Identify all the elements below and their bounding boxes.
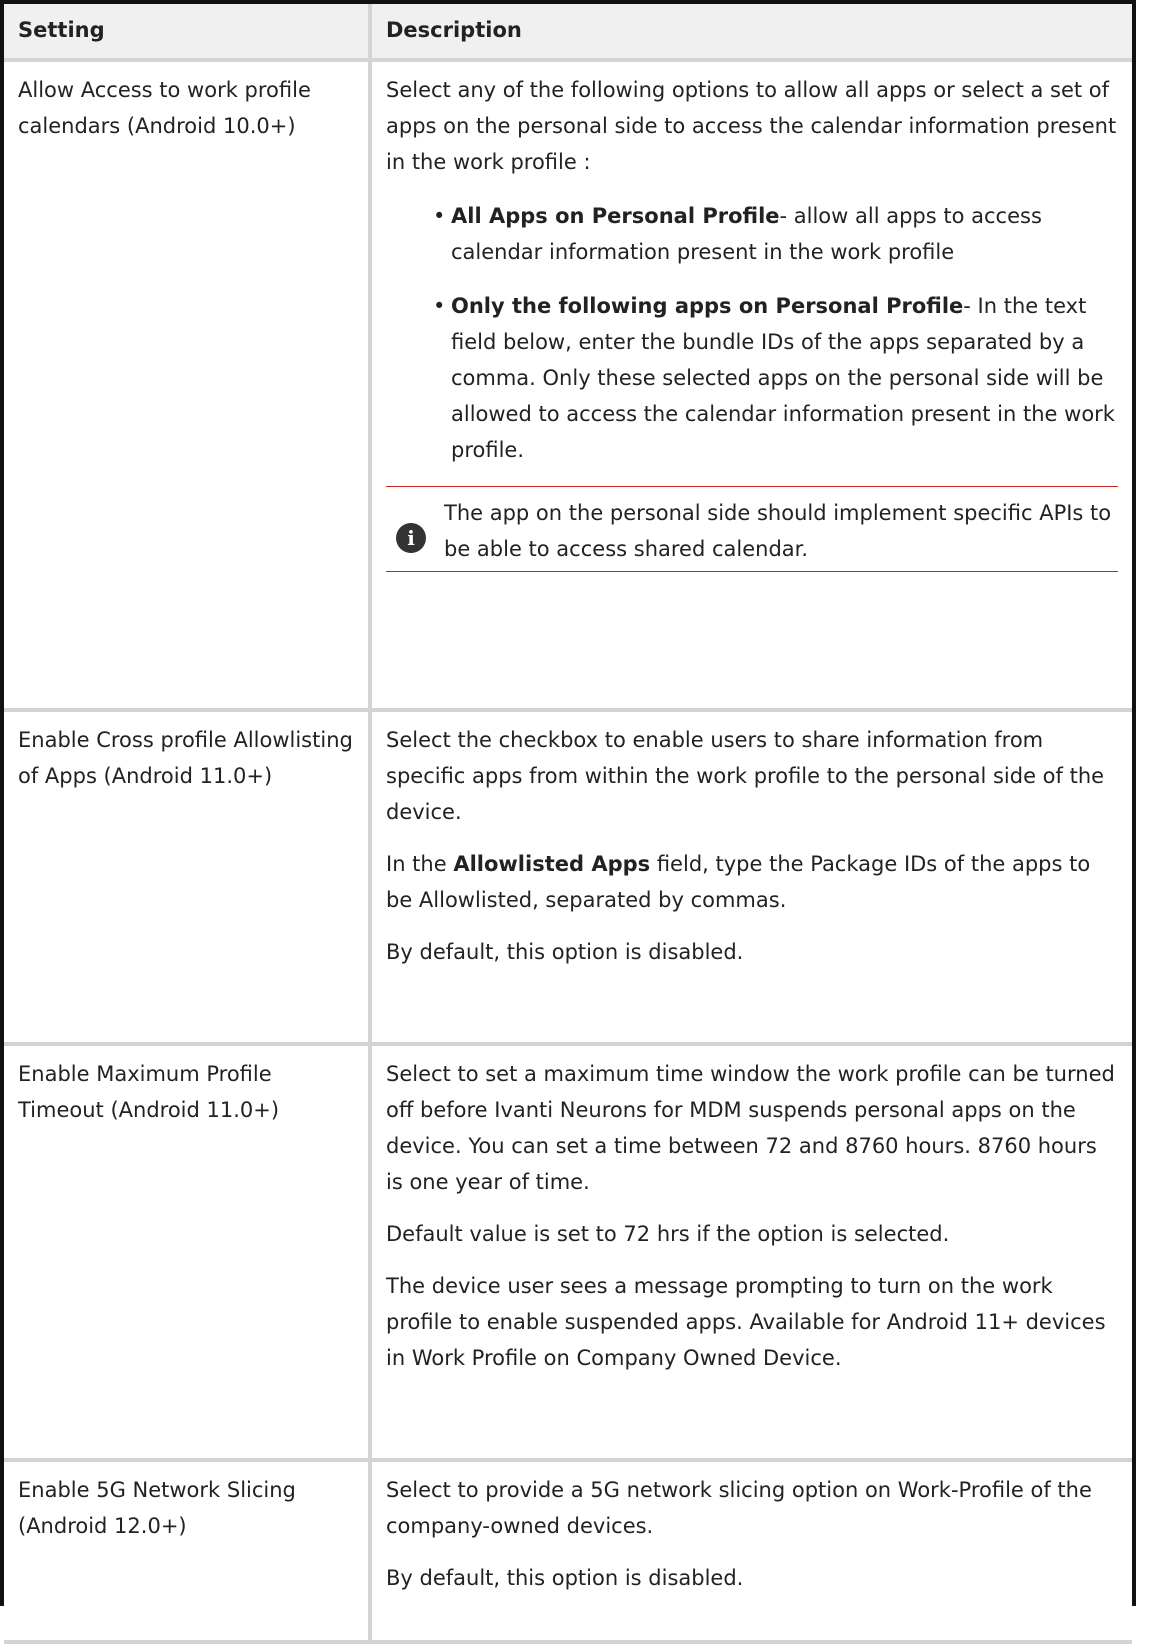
header-setting: Setting: [4, 4, 372, 62]
description-paragraph: Select to set a maximum time window the …: [386, 1062, 1115, 1194]
description-paragraph: In the Allowlisted Apps field, type the …: [386, 846, 1118, 918]
setting-cell: Enable Maximum Profile Timeout (Android …: [4, 1042, 372, 1462]
table-row: Enable Maximum Profile Timeout (Android …: [4, 1042, 1132, 1462]
description-paragraph: The device user sees a message prompting…: [386, 1274, 1106, 1370]
setting-cell: Enable 5G Network Slicing (Android 12.0+…: [4, 1458, 372, 1644]
description-cell: Select any of the following options to a…: [368, 58, 1132, 712]
description-paragraph: By default, this option is disabled.: [386, 1566, 744, 1590]
description-paragraph: Select the checkbox to enable users to s…: [386, 728, 1105, 824]
list-item: All Apps on Personal Profile- allow all …: [433, 198, 1118, 270]
description-paragraph: Select to provide a 5G network slicing o…: [386, 1478, 1092, 1538]
table-row: Allow Access to work profile calendars (…: [4, 58, 1132, 712]
field-name: Allowlisted Apps: [453, 852, 651, 876]
table-row: Enable Cross profile Allowlisting of App…: [4, 708, 1132, 1046]
info-icon: i: [396, 523, 426, 553]
note-text: The app on the personal side should impl…: [444, 501, 1112, 561]
description-cell: Select the checkbox to enable users to s…: [368, 708, 1132, 1046]
description-cell: Select to set a maximum time window the …: [368, 1042, 1132, 1462]
setting-cell: Enable Cross profile Allowlisting of App…: [4, 708, 372, 1046]
header-description: Description: [368, 4, 1132, 62]
note-box: i The app on the personal side should im…: [386, 486, 1118, 572]
description-cell: Select to provide a 5G network slicing o…: [368, 1458, 1132, 1644]
settings-table: Setting Description Allow Access to work…: [4, 4, 1132, 1644]
table-header-row: Setting Description: [4, 4, 1132, 62]
setting-cell: Allow Access to work profile calendars (…: [4, 58, 372, 712]
table-row: Enable 5G Network Slicing (Android 12.0+…: [4, 1458, 1132, 1644]
description-paragraph: By default, this option is disabled.: [386, 940, 744, 964]
option-text: - In the text field below, enter the bun…: [451, 294, 1115, 462]
list-item: Only the following apps on Personal Prof…: [433, 288, 1118, 468]
option-title: All Apps on Personal Profile: [451, 204, 780, 228]
description-paragraph: Default value is set to 72 hrs if the op…: [386, 1222, 950, 1246]
description-intro: Select any of the following options to a…: [386, 78, 1117, 174]
text-span: In the: [386, 852, 454, 876]
option-title: Only the following apps on Personal Prof…: [451, 294, 964, 318]
option-list: All Apps on Personal Profile- allow all …: [386, 198, 1118, 468]
